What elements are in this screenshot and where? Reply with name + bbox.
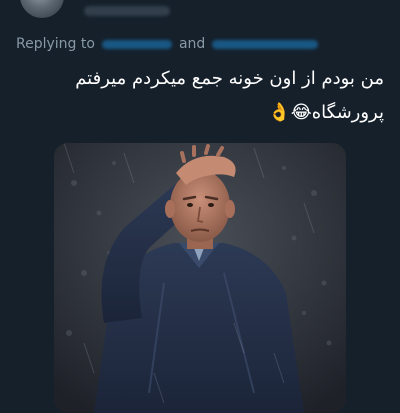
mention-1-redacted[interactable] [101,39,172,49]
user-avatar[interactable] [20,0,64,18]
tweet-text-line-2: پرورشگاه😂👌 [268,102,384,123]
tweet-media-photo[interactable] [54,143,346,413]
tweet-text: من بودم از اون خونه جمع میکردم میرفتم پر… [24,62,384,130]
tweet-text-line-1: من بودم از اون خونه جمع میکردم میرفتم [75,68,384,89]
photo-image [54,143,346,413]
mention-2-redacted[interactable] [212,39,319,49]
replying-to-line: Replying to and [16,36,325,52]
replying-to-label: Replying to [16,36,95,52]
author-name-redacted[interactable] [84,6,170,16]
replying-and-label: and [178,36,206,52]
